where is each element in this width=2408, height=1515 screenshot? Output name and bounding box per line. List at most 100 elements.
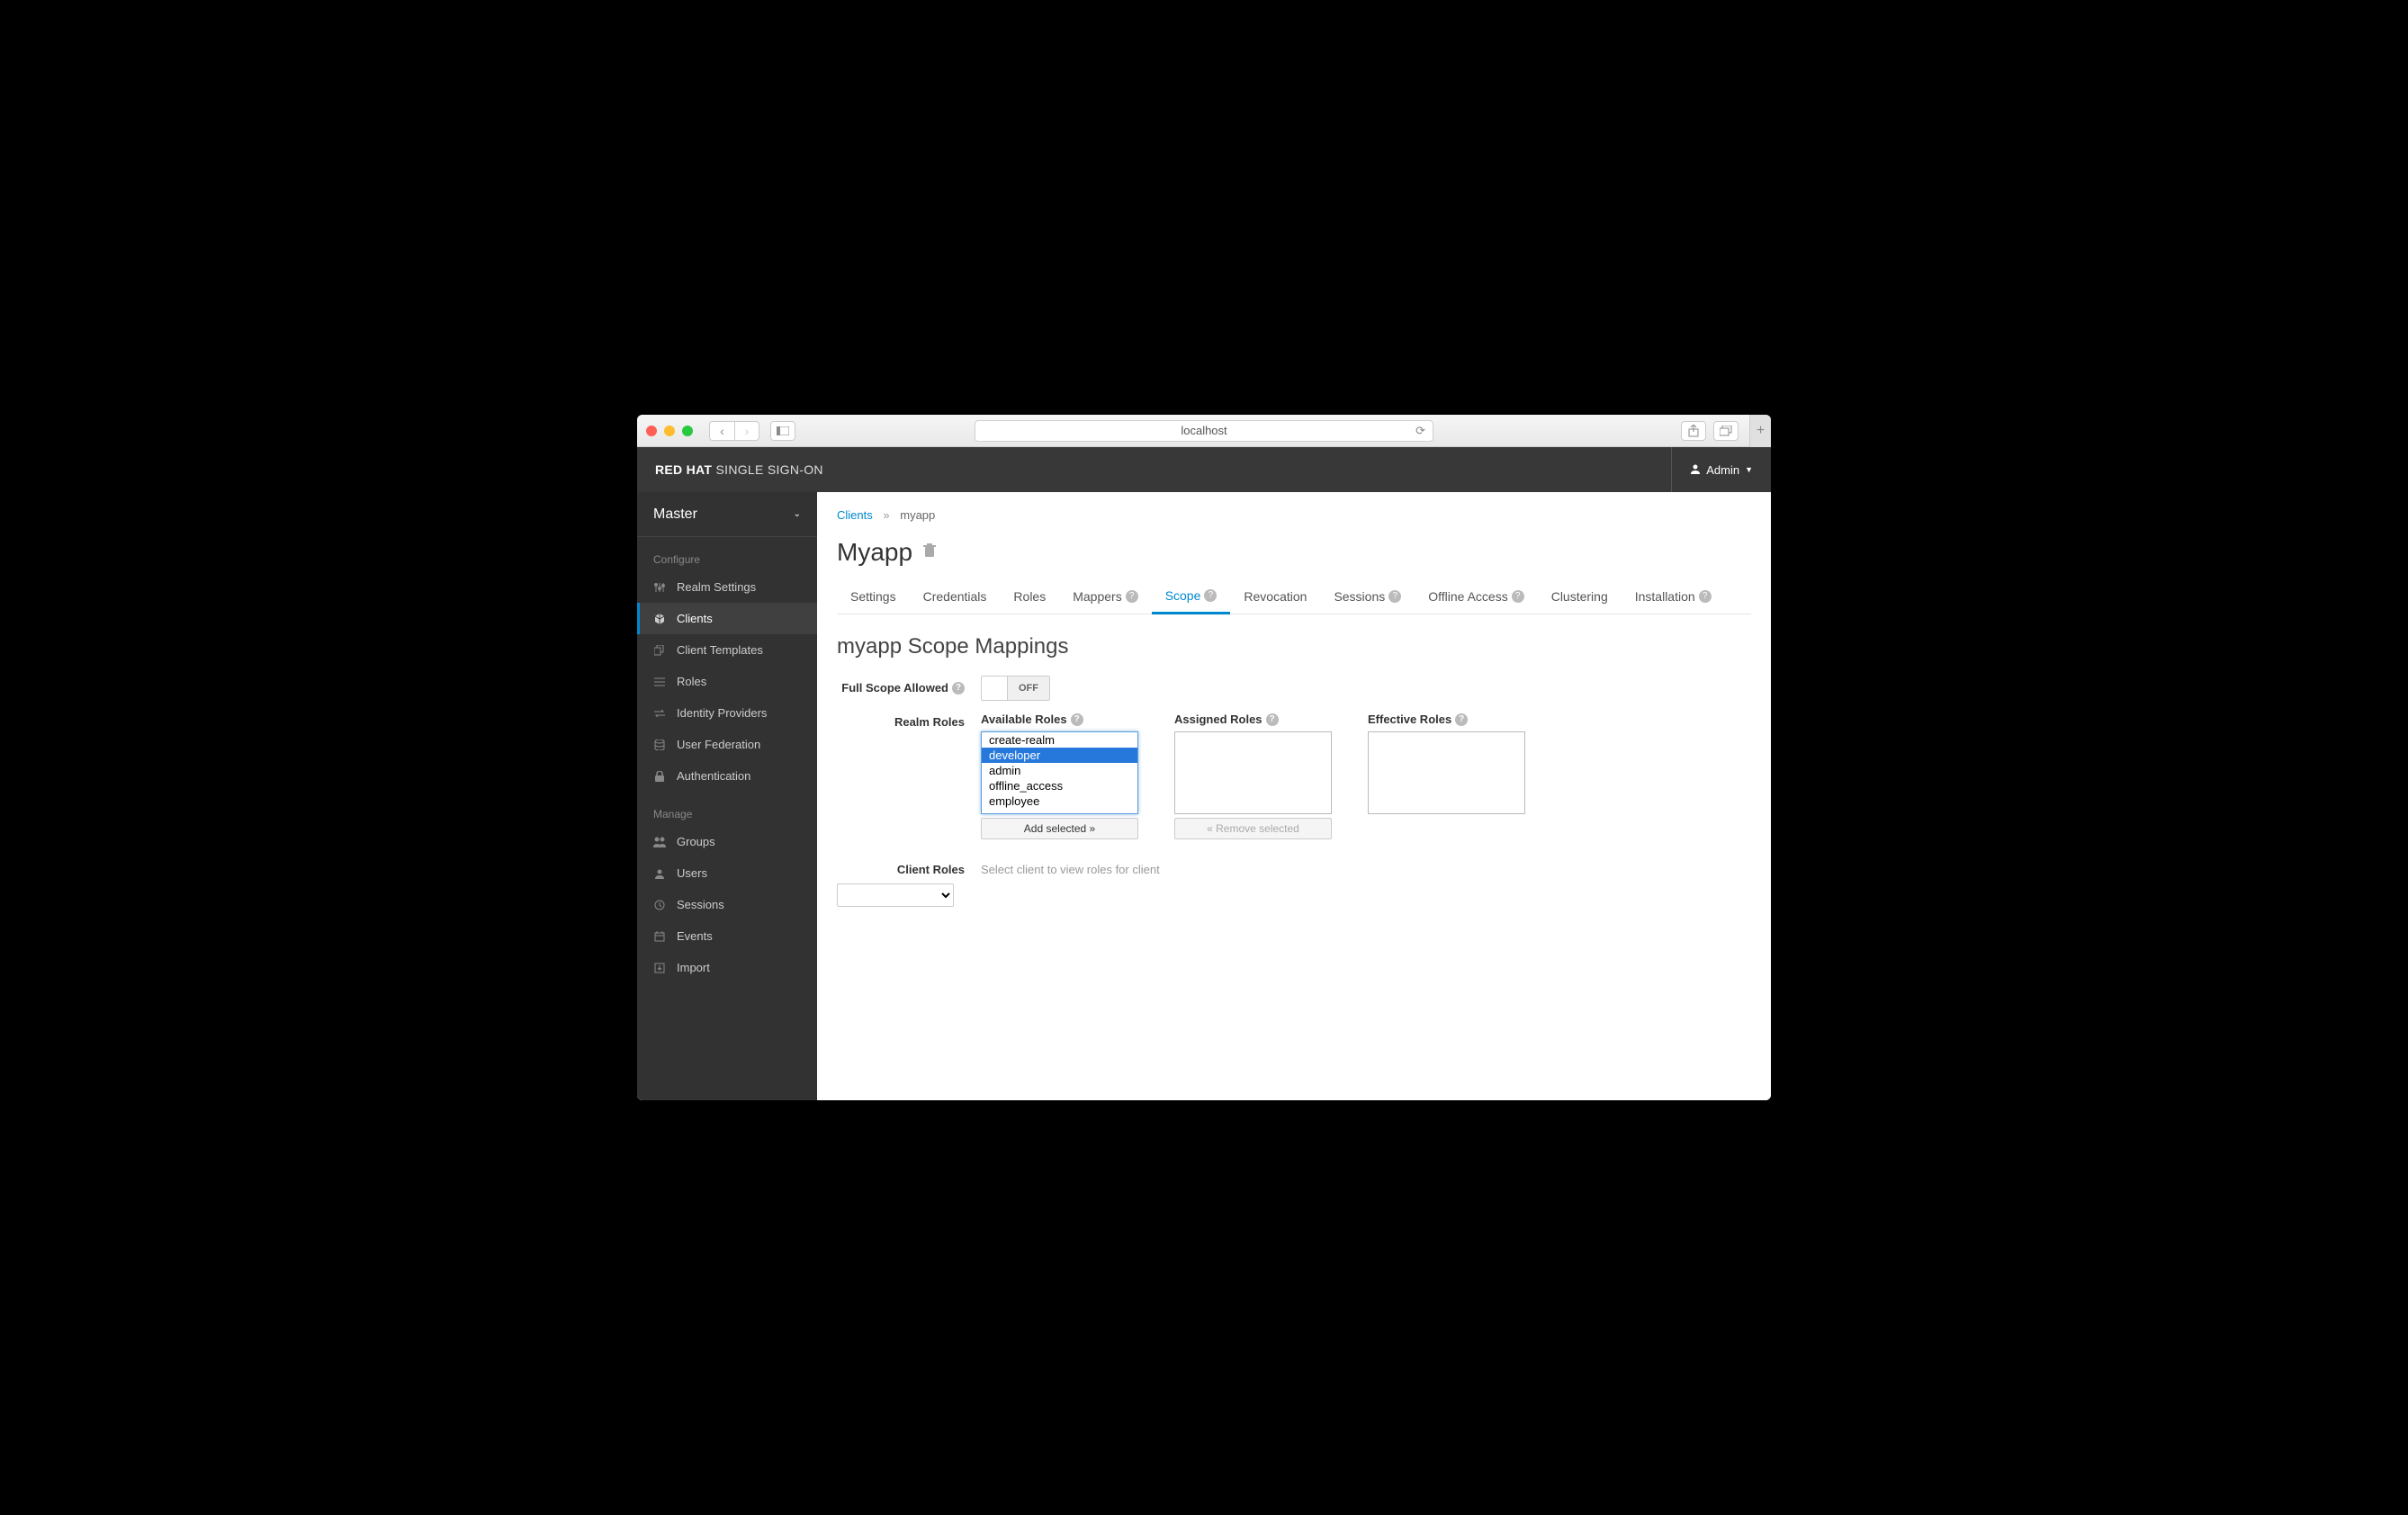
back-button[interactable]: ‹ [709, 421, 734, 441]
role-option[interactable]: developer [982, 748, 1137, 763]
breadcrumb: Clients » myapp [837, 508, 1751, 522]
breadcrumb-current: myapp [900, 508, 935, 522]
assigned-roles-listbox[interactable] [1174, 731, 1332, 814]
new-tab-button[interactable]: + [1749, 415, 1771, 447]
tab-roles[interactable]: Roles [1000, 579, 1059, 614]
sidebar-item-user-federation[interactable]: User Federation [637, 729, 817, 760]
sidebar-item-groups[interactable]: Groups [637, 826, 817, 857]
sidebar-item-label: Clients [677, 612, 713, 625]
user-menu[interactable]: Admin ▼ [1671, 447, 1753, 492]
role-option[interactable]: create-realm [982, 732, 1137, 748]
sidebar-item-label: Groups [677, 835, 715, 848]
users-icon [653, 837, 666, 847]
minimize-window-button[interactable] [664, 426, 675, 436]
client-select[interactable] [837, 883, 954, 907]
realm-selector[interactable]: Master ⌄ [637, 492, 817, 537]
tab-clustering[interactable]: Clustering [1538, 579, 1622, 614]
sidebar-item-label: Roles [677, 675, 706, 688]
maximize-window-button[interactable] [682, 426, 693, 436]
user-icon [1690, 463, 1701, 477]
help-icon[interactable]: ? [1388, 590, 1401, 603]
tab-revocation[interactable]: Revocation [1230, 579, 1320, 614]
exchange-icon [653, 709, 666, 718]
chevron-down-icon: ⌄ [794, 509, 801, 519]
full-scope-label: Full Scope Allowed ? [837, 676, 981, 695]
remove-selected-button[interactable]: « Remove selected [1174, 818, 1332, 839]
sidebar-item-events[interactable]: Events [637, 920, 817, 952]
sidebar-item-label: Users [677, 866, 707, 880]
tabs-button[interactable] [1713, 421, 1739, 441]
browser-titlebar: ‹ › localhost ⟳ + [637, 415, 1771, 447]
role-option[interactable]: employee [982, 793, 1137, 809]
realm-roles-row: Realm Roles [837, 715, 1751, 729]
assigned-roles-col: Assigned Roles ? « Remove selected [1174, 713, 1332, 839]
client-roles-label: Client Roles [837, 863, 981, 876]
sidebar-item-import[interactable]: Import [637, 952, 817, 983]
sidebar-item-sessions[interactable]: Sessions [637, 889, 817, 920]
tab-credentials[interactable]: Credentials [910, 579, 1001, 614]
chevron-down-icon: ▼ [1745, 465, 1753, 474]
tab-mappers[interactable]: Mappers? [1059, 579, 1151, 614]
client-roles-hint: Select client to view roles for client [981, 863, 1160, 876]
tab-installation[interactable]: Installation? [1622, 579, 1725, 614]
sidebar-item-label: Sessions [677, 898, 724, 911]
role-option[interactable]: offline_access [982, 778, 1137, 793]
sidebar-item-label: Events [677, 929, 713, 943]
sidebar-item-roles[interactable]: Roles [637, 666, 817, 697]
user-name: Admin [1706, 463, 1739, 477]
sidebar-item-label: User Federation [677, 738, 760, 751]
full-scope-toggle[interactable]: OFF [981, 676, 1050, 701]
forward-button[interactable]: › [734, 421, 759, 441]
window-controls [646, 426, 693, 436]
share-button[interactable] [1681, 421, 1706, 441]
logo-light: SINGLE SIGN-ON [716, 462, 823, 477]
effective-roles-col: Effective Roles ? [1368, 713, 1525, 839]
help-icon[interactable]: ? [952, 682, 965, 695]
roles-grid: Available Roles ? create-realmdevelopera… [981, 713, 1751, 839]
role-option[interactable]: admin [982, 763, 1137, 778]
tab-sessions[interactable]: Sessions? [1320, 579, 1415, 614]
database-icon [653, 740, 666, 750]
client-select-row [837, 883, 1751, 907]
sliders-icon [653, 582, 666, 593]
calendar-icon [653, 931, 666, 942]
help-icon[interactable]: ? [1204, 589, 1217, 602]
sidebar-toggle-button[interactable] [770, 421, 795, 441]
import-icon [653, 963, 666, 973]
sidebar-item-realm-settings[interactable]: Realm Settings [637, 571, 817, 603]
url-bar[interactable]: localhost ⟳ [975, 420, 1433, 442]
sidebar-item-clients[interactable]: Clients [637, 603, 817, 634]
sidebar-item-label: Identity Providers [677, 706, 767, 720]
sidebar-item-label: Authentication [677, 769, 750, 783]
sidebar-item-label: Realm Settings [677, 580, 756, 594]
help-icon[interactable]: ? [1699, 590, 1712, 603]
tab-scope[interactable]: Scope? [1152, 579, 1231, 614]
tab-settings[interactable]: Settings [837, 579, 910, 614]
sidebar-item-identity-providers[interactable]: Identity Providers [637, 697, 817, 729]
cube-icon [653, 614, 666, 624]
help-icon[interactable]: ? [1126, 590, 1138, 603]
sidebar-item-client-templates[interactable]: Client Templates [637, 634, 817, 666]
client-roles-row: Client Roles Select client to view roles… [837, 863, 1751, 876]
lock-icon [653, 771, 666, 782]
breadcrumb-link[interactable]: Clients [837, 508, 873, 522]
sidebar-item-authentication[interactable]: Authentication [637, 760, 817, 792]
close-window-button[interactable] [646, 426, 657, 436]
add-selected-button[interactable]: Add selected » [981, 818, 1138, 839]
browser-window: ‹ › localhost ⟳ + RED HAT SINGLE SIGN-ON [637, 415, 1771, 1100]
reload-icon[interactable]: ⟳ [1415, 424, 1425, 438]
tab-offline-access[interactable]: Offline Access? [1415, 579, 1537, 614]
available-roles-listbox[interactable]: create-realmdeveloperadminoffline_access… [981, 731, 1138, 814]
help-icon[interactable]: ? [1512, 590, 1524, 603]
available-roles-col: Available Roles ? create-realmdevelopera… [981, 713, 1138, 839]
effective-roles-listbox[interactable] [1368, 731, 1525, 814]
sidebar: Master ⌄ Configure Realm SettingsClients… [637, 492, 817, 1100]
realm-roles-label: Realm Roles [837, 715, 981, 729]
url-text: localhost [1181, 424, 1226, 437]
logo-bold: RED HAT [655, 462, 712, 477]
logo: RED HAT SINGLE SIGN-ON [655, 462, 823, 477]
toggle-state: OFF [1007, 677, 1049, 700]
sidebar-item-users[interactable]: Users [637, 857, 817, 889]
page-title-row: Myapp [837, 538, 1751, 567]
delete-icon[interactable] [923, 543, 936, 562]
